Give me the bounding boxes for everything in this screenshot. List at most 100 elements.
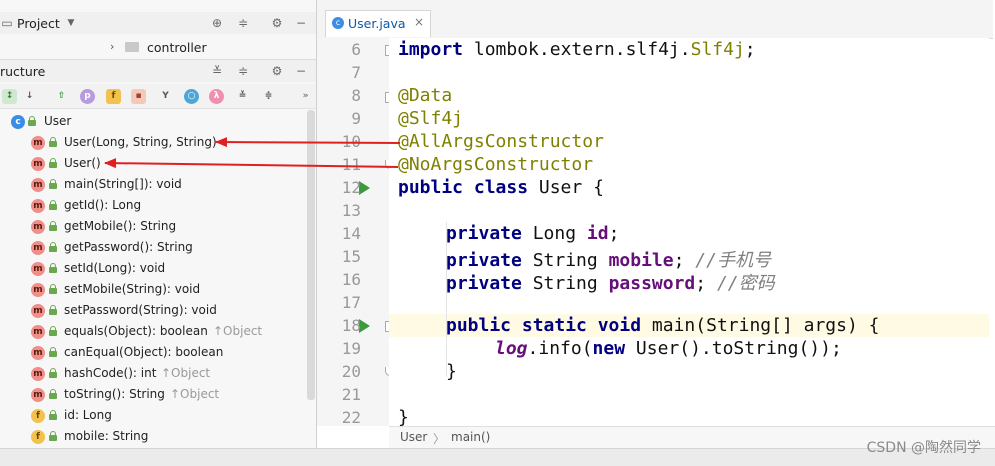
lambda-class-icon[interactable]: Y bbox=[158, 89, 173, 104]
tree-item-label: hashCode(): int bbox=[64, 366, 157, 380]
lock-icon bbox=[49, 221, 57, 231]
collapse-icon[interactable]: ≑ bbox=[236, 16, 250, 30]
lock-icon bbox=[28, 116, 36, 126]
keyword: private bbox=[446, 273, 522, 294]
tree-item-label: main(String[]): void bbox=[64, 177, 182, 191]
tree-item-suffix: ↑Object bbox=[213, 324, 263, 338]
code-line-16: private String password; //密码 bbox=[446, 269, 775, 295]
code-line-18: public static void main(String[] args) { bbox=[446, 315, 880, 336]
keyword: public class bbox=[398, 177, 529, 198]
method-icon: m bbox=[31, 157, 45, 171]
expand-icon[interactable]: ≚ bbox=[210, 64, 224, 78]
fields-icon[interactable]: f bbox=[106, 89, 121, 104]
target-icon[interactable]: ⊕ bbox=[210, 16, 224, 30]
non-public-icon[interactable]: ▪ bbox=[131, 89, 146, 104]
tree-item[interactable]: m getPassword(): String bbox=[0, 238, 316, 259]
more-icon[interactable]: » bbox=[298, 89, 313, 104]
lock-icon bbox=[49, 347, 57, 357]
tree-item-label: getMobile(): String bbox=[64, 219, 177, 233]
lock-icon bbox=[49, 368, 57, 378]
tree-item-label: mobile: String bbox=[64, 429, 149, 443]
sort-alpha-icon[interactable]: ↓ bbox=[22, 89, 37, 104]
tree-item[interactable]: m getMobile(): String bbox=[0, 217, 316, 238]
tree-item[interactable]: m setPassword(String): void bbox=[0, 301, 316, 322]
tree-item-label: User(Long, String, String) bbox=[64, 135, 217, 149]
lock-icon bbox=[49, 179, 57, 189]
code-line-14: private Long id; bbox=[446, 223, 619, 244]
tree-item-label: id: Long bbox=[64, 408, 112, 422]
tab-label: User.java bbox=[348, 16, 406, 31]
line-number: 7 bbox=[351, 63, 361, 82]
expand-all-icon[interactable]: ≚ bbox=[235, 89, 250, 104]
code-text: ; bbox=[695, 273, 707, 294]
breadcrumb-class[interactable]: User bbox=[400, 430, 427, 444]
dropdown-icon[interactable]: ▼ bbox=[64, 16, 78, 30]
tree-root-label: User bbox=[44, 114, 72, 128]
chevron-right-icon[interactable]: › bbox=[110, 40, 114, 53]
lock-icon bbox=[49, 284, 57, 294]
line-number: 6 bbox=[351, 40, 361, 59]
editor-tabs: c User.java × bbox=[317, 0, 993, 39]
code-text: ; bbox=[608, 223, 620, 244]
properties-icon[interactable]: p bbox=[80, 89, 95, 104]
tree-item-label: setId(Long): void bbox=[64, 261, 166, 275]
code-text: User { bbox=[528, 177, 604, 198]
hide-icon[interactable]: − bbox=[294, 16, 308, 30]
lock-icon bbox=[49, 242, 57, 252]
keyword: import bbox=[398, 39, 464, 60]
close-icon[interactable]: × bbox=[414, 15, 424, 29]
collapse-icon[interactable]: ≑ bbox=[236, 64, 250, 78]
gear-icon[interactable]: ⚙ bbox=[270, 16, 284, 30]
code-line-22: } bbox=[398, 407, 409, 426]
sort-visibility-icon[interactable]: ↕ bbox=[2, 89, 17, 104]
code-text: .info( bbox=[527, 338, 593, 359]
line-number: 21 bbox=[341, 385, 361, 404]
tree-item[interactable]: m setMobile(String): void bbox=[0, 280, 316, 301]
code-editor[interactable]: import lombok.extern.slf4j.Slf4j; @Data … bbox=[389, 38, 989, 426]
tree-item[interactable]: m getId(): Long bbox=[0, 196, 316, 217]
line-number: 14 bbox=[341, 224, 361, 243]
controller-package[interactable]: controller bbox=[147, 40, 207, 55]
tree-item[interactable]: m User(Long, String, String) bbox=[0, 133, 316, 154]
method-icon: m bbox=[31, 367, 45, 381]
tree-item[interactable]: m main(String[]): void bbox=[0, 175, 316, 196]
tree-item[interactable]: m canEqual(Object): boolean bbox=[0, 343, 316, 364]
comment: //密码 bbox=[706, 273, 775, 294]
method-icon: m bbox=[31, 388, 45, 402]
tree-item-label: User() bbox=[64, 156, 101, 170]
watermark: CSDN @陶然同学 bbox=[866, 440, 981, 456]
collapse-all-icon[interactable]: ≑ bbox=[261, 89, 276, 104]
tree-item-suffix: ↑Object bbox=[161, 366, 211, 380]
method-icon: m bbox=[31, 304, 45, 318]
class-icon: c bbox=[11, 115, 25, 129]
lock-icon bbox=[49, 410, 57, 420]
tree-item-label: setPassword(String): void bbox=[64, 303, 217, 317]
lock-icon bbox=[49, 263, 57, 273]
breadcrumb-method[interactable]: main() bbox=[451, 430, 490, 444]
tree-item[interactable]: m equals(Object): boolean ↑Object bbox=[0, 322, 316, 343]
tree-item[interactable]: m User() bbox=[0, 154, 316, 175]
tree-item[interactable]: m toString(): String ↑Object bbox=[0, 385, 316, 406]
code-line-10: @AllArgsConstructor bbox=[398, 131, 604, 152]
keyword: private bbox=[446, 223, 522, 244]
tree-root[interactable]: c User bbox=[0, 112, 316, 133]
tree-item[interactable]: f mobile: String bbox=[0, 427, 316, 448]
code-line-6: import lombok.extern.slf4j.Slf4j; bbox=[398, 39, 756, 60]
project-header[interactable]: ▭ Project ▼ ⊕ ≑ ⚙ − bbox=[0, 12, 316, 34]
gear-icon[interactable]: ⚙ bbox=[270, 64, 284, 78]
line-number: 12 bbox=[341, 178, 361, 197]
code-text: User().toString()); bbox=[625, 338, 842, 359]
tree-item-label: canEqual(Object): boolean bbox=[64, 345, 224, 359]
tree-item[interactable]: m hashCode(): int ↑Object bbox=[0, 364, 316, 385]
editor-gutter: 6 7 8 9 10 11 12 13 14 15 16 17 18 19 20 21 22 bbox=[317, 38, 396, 427]
lambda-icon[interactable]: λ bbox=[209, 89, 224, 104]
inherited-icon[interactable]: ⇧ bbox=[54, 89, 69, 104]
tree-item[interactable]: f id: Long bbox=[0, 406, 316, 427]
tree-item[interactable]: m setId(Long): void bbox=[0, 259, 316, 280]
tab-user-java[interactable]: c User.java × bbox=[325, 10, 431, 37]
anonymous-icon[interactable]: ○ bbox=[184, 89, 199, 104]
folder-icon bbox=[125, 42, 139, 52]
line-number: 18 bbox=[341, 316, 361, 335]
code-text: main bbox=[641, 315, 696, 336]
hide-icon[interactable]: − bbox=[294, 64, 308, 78]
